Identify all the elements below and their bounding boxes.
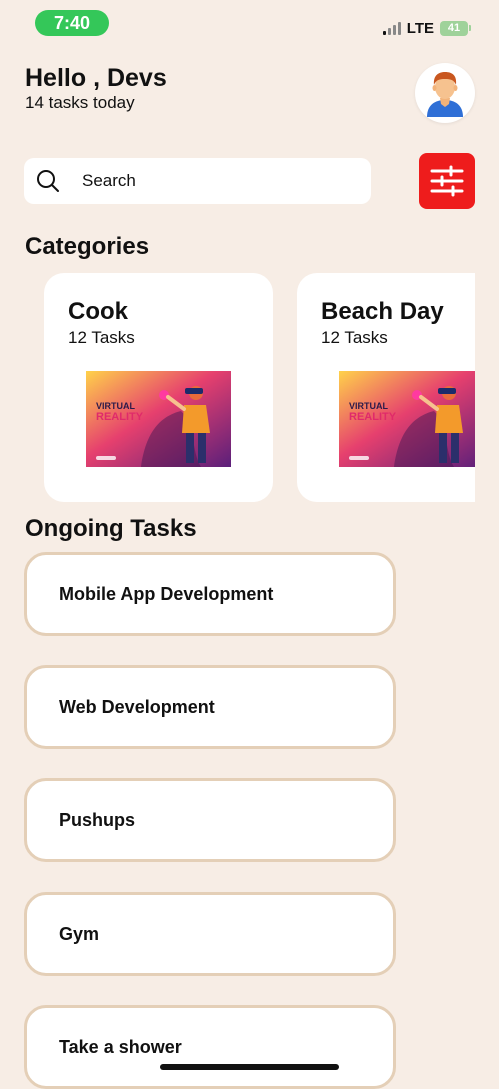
home-indicator[interactable] [160,1064,339,1070]
task-label: Gym [59,923,100,944]
avatar[interactable] [415,63,475,123]
sliders-icon [430,165,464,197]
search-icon [36,169,60,193]
filter-button[interactable] [419,153,475,209]
category-task-count: 12 Tasks [68,328,135,347]
image-text-1: VIRTUAL [349,401,388,411]
task-label: Take a shower [59,1036,182,1057]
task-count-subtitle: 14 tasks today [25,93,135,112]
battery-icon: 41 [440,20,471,36]
task-card[interactable]: Gym [24,892,396,976]
categories-title: Categories [25,233,150,260]
task-card[interactable]: Web Development [24,665,396,749]
task-card[interactable]: Mobile App Development [24,552,396,636]
search-input[interactable]: Search [82,171,136,191]
category-card-beach-day[interactable]: Beach Day 12 Tasks VIRTUAL REALITY [297,273,475,502]
category-image: VIRTUAL REALITY [86,371,231,467]
task-card[interactable]: Pushups [24,778,396,862]
task-label: Pushups [59,809,136,830]
category-image: VIRTUAL REALITY [339,371,475,467]
status-bar: 7:40 LTE 41 [0,0,499,48]
greeting-title: Hello , Devs [25,64,167,92]
task-label: Mobile App Development [59,583,274,604]
task-label: Web Development [59,696,215,717]
greeting: Hello , Devs 14 tasks today [25,63,167,113]
user-avatar-icon [427,72,463,117]
battery-level: 41 [440,20,468,36]
status-indicators: LTE 41 [382,17,471,39]
image-text-1: VIRTUAL [96,401,135,411]
ongoing-tasks-title: Ongoing Tasks [25,515,197,542]
network-label: LTE [406,19,434,37]
task-card[interactable]: Take a shower [24,1005,396,1089]
category-title: Beach Day [321,298,444,325]
category-task-count: 12 Tasks [321,328,388,347]
status-time: 7:40 [35,10,109,36]
category-card-cook[interactable]: Cook 12 Tasks VIRTUAL REALITY [44,273,273,502]
category-title: Cook [68,298,128,325]
search-bar[interactable]: Search [24,158,371,204]
image-text-2: REALITY [349,411,397,423]
image-text-2: REALITY [96,411,144,423]
signal-icon [382,21,401,35]
categories-carousel[interactable]: Cook 12 Tasks VIRTUAL REALITY Beach Day … [44,273,475,503]
